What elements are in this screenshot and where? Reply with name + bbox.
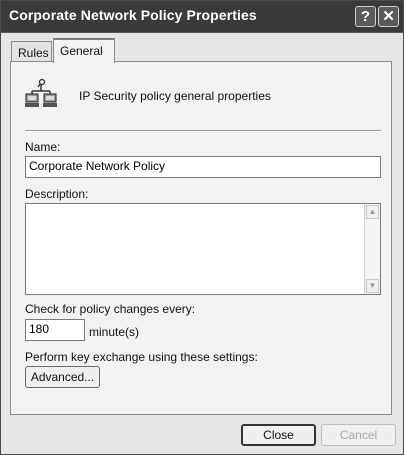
description-scrollbar[interactable]: ▲ ▼ — [364, 204, 380, 294]
title-bar[interactable]: Corporate Network Policy Properties ? ✕ — [1, 1, 403, 33]
tab-general[interactable]: General — [53, 38, 115, 63]
advanced-button[interactable]: Advanced... — [25, 366, 100, 388]
close-button[interactable]: Close — [241, 424, 316, 446]
name-label: Name: — [25, 140, 61, 154]
separator — [25, 130, 381, 132]
tab-rules[interactable]: Rules — [11, 41, 52, 61]
key-exchange-label: Perform key exchange using these setting… — [25, 350, 258, 364]
close-window-button[interactable]: ✕ — [378, 6, 399, 27]
policy-check-interval-field[interactable]: 180 — [25, 319, 85, 341]
name-field[interactable]: Corporate Network Policy — [25, 156, 381, 178]
question-mark-icon: ? — [360, 8, 371, 25]
network-computers-icon — [25, 78, 57, 107]
description-field[interactable]: ▲ ▼ — [25, 203, 381, 295]
properties-dialog: Corporate Network Policy Properties ? ✕ … — [0, 0, 404, 455]
description-label: Description: — [25, 187, 89, 201]
cancel-button[interactable]: Cancel — [321, 424, 396, 446]
header-description: IP Security policy general properties — [79, 89, 271, 103]
window-title: Corporate Network Policy Properties — [9, 7, 257, 23]
minutes-unit-label: minute(s) — [89, 325, 140, 339]
scroll-down-arrow-icon[interactable]: ▼ — [366, 279, 379, 293]
scroll-up-arrow-icon[interactable]: ▲ — [366, 205, 379, 219]
policy-check-label: Check for policy changes every: — [25, 302, 196, 316]
help-button[interactable]: ? — [355, 6, 376, 27]
close-icon: ✕ — [382, 8, 395, 25]
